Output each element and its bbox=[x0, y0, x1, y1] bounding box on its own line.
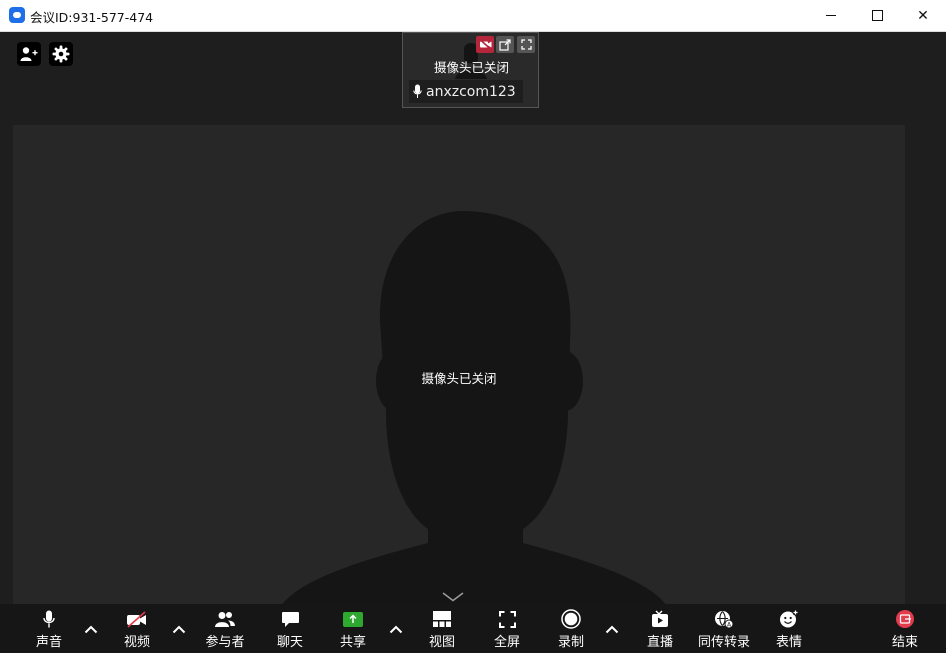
fullscreen-icon bbox=[520, 39, 532, 50]
record-options-button[interactable] bbox=[602, 621, 622, 637]
fullscreen-icon bbox=[498, 610, 516, 628]
live-button[interactable]: 直播 bbox=[640, 604, 680, 653]
thumbnail-fullscreen-button[interactable] bbox=[517, 36, 535, 53]
microphone-icon bbox=[43, 610, 55, 627]
popout-icon bbox=[499, 38, 511, 51]
live-icon bbox=[652, 610, 668, 627]
maximize-icon bbox=[871, 10, 883, 21]
chat-label: 聊天 bbox=[276, 635, 303, 650]
transcribe-icon: A bbox=[715, 610, 734, 628]
end-label: 结束 bbox=[891, 635, 918, 650]
end-icon bbox=[896, 610, 914, 628]
invite-button[interactable] bbox=[17, 42, 41, 66]
minimize-button[interactable] bbox=[808, 0, 854, 31]
chevron-up-icon bbox=[172, 625, 186, 633]
settings-button[interactable] bbox=[49, 42, 73, 66]
audio-button[interactable]: 声音 bbox=[28, 604, 70, 653]
video-camera-icon bbox=[127, 610, 146, 628]
video-off-button[interactable] bbox=[476, 36, 494, 53]
self-video-thumbnail[interactable]: 摄像头已关闭 anxzcom123 bbox=[402, 32, 539, 108]
record-button[interactable]: 录制 bbox=[551, 604, 591, 653]
meeting-toolbar: 声音 视频 参与者 聊天 共享 视图 全屏 录制 直播 A 同传转录 表情 结束 bbox=[0, 604, 946, 653]
participant-silhouette bbox=[279, 211, 669, 609]
popout-button[interactable] bbox=[496, 36, 514, 53]
participants-button[interactable]: 参与者 bbox=[201, 604, 249, 653]
view-button[interactable]: 视图 bbox=[422, 604, 462, 653]
minimize-icon bbox=[826, 15, 836, 16]
participants-icon bbox=[215, 611, 235, 627]
chat-button[interactable]: 聊天 bbox=[271, 604, 309, 653]
meeting-stage: 摄像头已关闭 anxzcom123 摄像头已关闭 声音 视频 参与者 聊天 共享… bbox=[0, 32, 946, 653]
thumbnail-participant-name: anxzcom123 bbox=[409, 80, 523, 103]
chevron-up-icon bbox=[389, 625, 403, 633]
close-icon: ✕ bbox=[917, 7, 929, 24]
audio-label: 声音 bbox=[35, 635, 62, 650]
close-window-button[interactable]: ✕ bbox=[900, 0, 946, 31]
add-user-icon bbox=[20, 47, 38, 61]
chevron-down-icon[interactable] bbox=[442, 592, 464, 602]
settings-gear-icon bbox=[52, 45, 70, 63]
maximize-button[interactable] bbox=[854, 0, 900, 31]
share-options-button[interactable] bbox=[386, 621, 406, 637]
record-icon bbox=[561, 609, 581, 629]
view-grid-icon bbox=[433, 611, 451, 627]
window-title: 会议ID:931-577-474 bbox=[30, 10, 154, 25]
main-video-area: 摄像头已关闭 bbox=[13, 125, 905, 609]
thumbnail-camera-status: 摄像头已关闭 bbox=[433, 60, 509, 75]
fullscreen-label: 全屏 bbox=[493, 635, 520, 650]
share-icon bbox=[343, 611, 363, 627]
chat-icon bbox=[281, 611, 299, 627]
audio-options-button[interactable] bbox=[81, 621, 101, 637]
microphone-icon bbox=[413, 84, 422, 98]
end-meeting-button[interactable]: 结束 bbox=[885, 604, 925, 653]
title-bar: 会议ID:931-577-474 ✕ bbox=[0, 0, 946, 32]
participants-label: 参与者 bbox=[205, 635, 245, 650]
share-label: 共享 bbox=[339, 635, 366, 650]
share-button[interactable]: 共享 bbox=[333, 604, 373, 653]
emoji-icon bbox=[780, 609, 799, 628]
chevron-up-icon bbox=[84, 625, 98, 633]
main-camera-status: 摄像头已关闭 bbox=[421, 371, 497, 386]
participant-name-text: anxzcom123 bbox=[426, 83, 516, 100]
record-label: 录制 bbox=[557, 635, 584, 650]
video-options-button[interactable] bbox=[169, 621, 189, 637]
app-logo-icon bbox=[9, 7, 25, 23]
fullscreen-button[interactable]: 全屏 bbox=[487, 604, 527, 653]
chevron-up-icon bbox=[605, 625, 619, 633]
view-label: 视图 bbox=[428, 635, 455, 650]
transcribe-label: 同传转录 bbox=[697, 635, 750, 650]
video-off-icon bbox=[478, 39, 492, 50]
video-label: 视频 bbox=[123, 635, 150, 650]
reactions-button[interactable]: 表情 bbox=[770, 604, 808, 653]
video-button[interactable]: 视频 bbox=[115, 604, 159, 653]
live-label: 直播 bbox=[646, 635, 673, 650]
reactions-label: 表情 bbox=[775, 635, 802, 650]
transcribe-button[interactable]: A 同传转录 bbox=[694, 604, 754, 653]
